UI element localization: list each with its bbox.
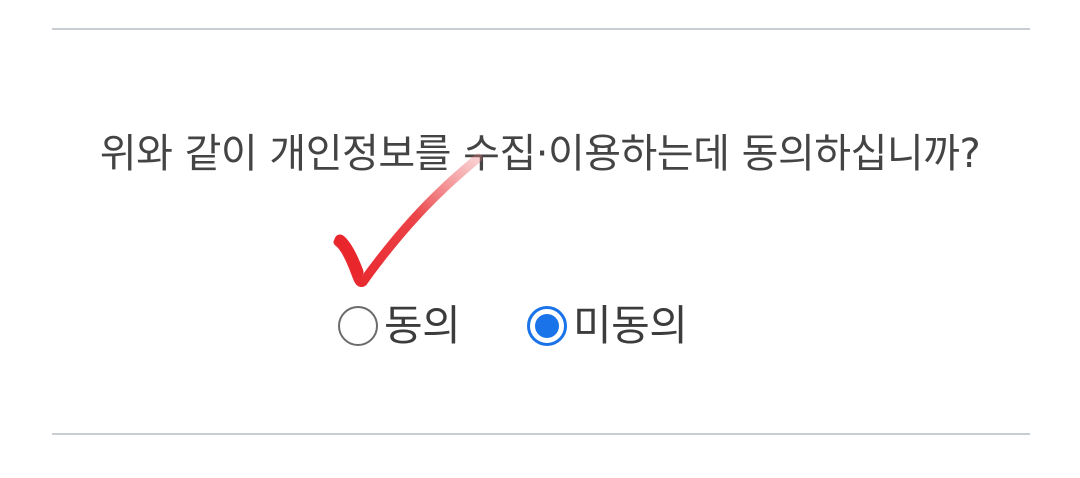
- agree-label: 동의: [384, 301, 461, 350]
- agree-option[interactable]: 동의: [338, 296, 461, 356]
- top-divider: [52, 28, 1030, 30]
- disagree-label: 미동의: [573, 301, 688, 350]
- consent-question: 위와 같이 개인정보를 수집·이용하는데 동의하십니까?: [99, 131, 981, 177]
- bottom-divider: [52, 433, 1030, 435]
- disagree-option[interactable]: 미동의: [527, 296, 688, 356]
- agree-radio[interactable]: [338, 306, 378, 346]
- consent-options: 동의 미동의: [0, 296, 1080, 356]
- disagree-radio[interactable]: [527, 306, 567, 346]
